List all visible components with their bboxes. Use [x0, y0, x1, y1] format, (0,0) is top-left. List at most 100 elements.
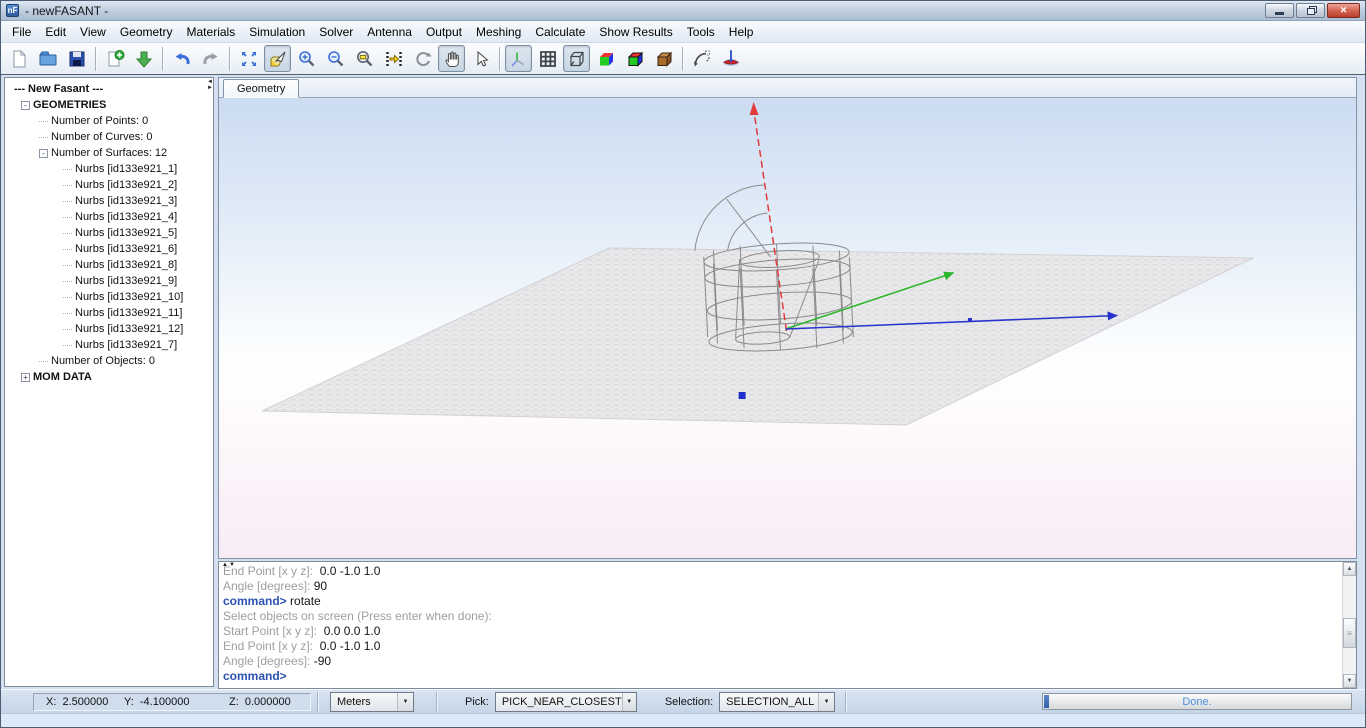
title-bar[interactable]: nF - newFASANT - ✕ — [1, 1, 1365, 21]
restore-button[interactable] — [1296, 3, 1325, 18]
collapse-up-icon[interactable]: ▲ — [222, 562, 229, 568]
menu-antenna[interactable]: Antenna — [360, 21, 419, 43]
chevron-down-icon: ▼ — [622, 693, 636, 711]
tree-item-objects[interactable]: Number of Objects: 0 — [5, 353, 213, 369]
viewport-3d-canvas[interactable] — [219, 98, 1356, 558]
select-3d-icon — [268, 49, 288, 69]
view-flat-shaded-button[interactable] — [592, 45, 619, 72]
scrollbar-thumb[interactable]: ≡ — [1343, 618, 1356, 648]
status-divider — [436, 692, 437, 712]
units-select[interactable]: Meters ▼ — [330, 692, 414, 712]
tree-item-nurbs[interactable]: Nurbs [id133e921_12] — [5, 321, 213, 337]
select-3d-button[interactable] — [264, 45, 291, 72]
viewport-tabstrip: Geometry — [219, 78, 1356, 98]
rotate-view-button[interactable] — [409, 45, 436, 72]
tree-item-curves[interactable]: Number of Curves: 0 — [5, 129, 213, 145]
menu-materials[interactable]: Materials — [180, 21, 243, 43]
scene-3d[interactable] — [219, 98, 1356, 558]
new-geometry-button[interactable] — [101, 45, 128, 72]
command-console[interactable]: ▲▼ End Point [x y z]: 0.0 -1.0 1.0 Angle… — [218, 561, 1357, 689]
y-coordinate: Y: -4.100000 — [124, 696, 229, 708]
pick-mode-select[interactable]: PICK_NEAR_CLOSEST ▼ — [495, 692, 637, 712]
status-divider — [317, 692, 318, 712]
tree-item-nurbs[interactable]: Nurbs [id133e921_10] — [5, 289, 213, 305]
wireframe-cube-icon — [567, 49, 587, 69]
menu-meshing[interactable]: Meshing — [469, 21, 528, 43]
view-wireframe-button[interactable] — [563, 45, 590, 72]
open-file-button[interactable] — [34, 45, 61, 72]
tab-geometry[interactable]: Geometry — [223, 79, 299, 98]
view-textured-button[interactable] — [650, 45, 677, 72]
selection-mode-select[interactable]: SELECTION_ALL ▼ — [719, 692, 835, 712]
tree-item-nurbs[interactable]: Nurbs [id133e921_11] — [5, 305, 213, 321]
minimize-button[interactable] — [1265, 3, 1294, 18]
window-title: - newFASANT - — [25, 4, 108, 18]
tree-item-nurbs[interactable]: Nurbs [id133e921_6] — [5, 241, 213, 257]
menu-edit[interactable]: Edit — [38, 21, 73, 43]
import-geometry-button[interactable] — [130, 45, 157, 72]
tree-root[interactable]: --- New Fasant --- — [5, 81, 213, 97]
view-axes-button[interactable] — [505, 45, 532, 72]
tree-item-nurbs[interactable]: Nurbs [id133e921_8] — [5, 257, 213, 273]
fit-view-button[interactable] — [235, 45, 262, 72]
minimize-icon — [1275, 12, 1284, 15]
expander-icon[interactable]: - — [39, 149, 48, 158]
toolbar-separator — [682, 47, 683, 71]
collapse-right-icon[interactable]: ► — [207, 85, 213, 91]
toolbar-separator — [499, 47, 500, 71]
menu-file[interactable]: File — [5, 21, 38, 43]
collapse-down-icon[interactable]: ▼ — [229, 562, 236, 568]
menu-tools[interactable]: Tools — [680, 21, 722, 43]
zoom-window-button[interactable] — [351, 45, 378, 72]
menu-calculate[interactable]: Calculate — [528, 21, 592, 43]
view-grid-button[interactable] — [534, 45, 561, 72]
console-line: Select objects on screen (Press enter wh… — [223, 609, 1340, 624]
close-button[interactable]: ✕ — [1327, 3, 1360, 18]
app-icon: nF — [6, 4, 19, 17]
scroll-up-button[interactable]: ▲ — [1343, 562, 1356, 576]
console-scrollbar[interactable]: ▲ ≡ ▼ — [1342, 562, 1356, 688]
panel-splitter-arrows[interactable]: ◄► — [207, 79, 213, 91]
restore-icon — [1307, 8, 1315, 15]
menu-view[interactable]: View — [73, 21, 113, 43]
tree-item-mom-data[interactable]: +MOM DATA — [5, 369, 213, 385]
rotate-tool-button[interactable] — [688, 45, 715, 72]
tree-item-nurbs[interactable]: Nurbs [id133e921_3] — [5, 193, 213, 209]
tree-item-nurbs[interactable]: Nurbs [id133e921_1] — [5, 161, 213, 177]
save-file-button[interactable] — [63, 45, 90, 72]
menu-show-results[interactable]: Show Results — [592, 21, 679, 43]
project-tree-panel[interactable]: --- New Fasant --- -GEOMETRIES Number of… — [4, 77, 214, 687]
expander-icon[interactable]: + — [21, 373, 30, 382]
tree-item-surfaces[interactable]: -Number of Surfaces: 12 — [5, 145, 213, 161]
tree-item-nurbs[interactable]: Nurbs [id133e921_9] — [5, 273, 213, 289]
plane-wave-tool-button[interactable] — [717, 45, 744, 72]
menu-solver[interactable]: Solver — [312, 21, 360, 43]
zoom-in-button[interactable] — [293, 45, 320, 72]
view-shaded-edges-button[interactable] — [621, 45, 648, 72]
tree-item-geometries[interactable]: -GEOMETRIES — [5, 97, 213, 113]
menu-output[interactable]: Output — [419, 21, 469, 43]
progress-status-text: Done. — [1043, 694, 1351, 709]
selection-point-marker[interactable] — [739, 392, 746, 399]
pan-view-button[interactable] — [438, 45, 465, 72]
tree-item-nurbs[interactable]: Nurbs [id133e921_2] — [5, 177, 213, 193]
zoom-out-button[interactable] — [322, 45, 349, 72]
menu-simulation[interactable]: Simulation — [242, 21, 312, 43]
zoom-extents-button[interactable] — [380, 45, 407, 72]
tree-item-nurbs[interactable]: Nurbs [id133e921_5] — [5, 225, 213, 241]
console-line: command> — [223, 669, 1340, 684]
new-file-button[interactable] — [5, 45, 32, 72]
import-arrow-icon — [134, 49, 154, 69]
tree-item-nurbs[interactable]: Nurbs [id133e921_4] — [5, 209, 213, 225]
chevron-down-icon: ▼ — [818, 693, 834, 711]
redo-button[interactable] — [197, 45, 224, 72]
menu-geometry[interactable]: Geometry — [113, 21, 180, 43]
menu-help[interactable]: Help — [722, 21, 761, 43]
tree-item-nurbs[interactable]: Nurbs [id133e921_7] — [5, 337, 213, 353]
console-splitter[interactable]: ▲▼ — [222, 562, 236, 568]
tree-item-points[interactable]: Number of Points: 0 — [5, 113, 213, 129]
expander-icon[interactable]: - — [21, 101, 30, 110]
select-pointer-button[interactable] — [467, 45, 494, 72]
scroll-down-button[interactable]: ▼ — [1343, 674, 1356, 688]
undo-button[interactable] — [168, 45, 195, 72]
